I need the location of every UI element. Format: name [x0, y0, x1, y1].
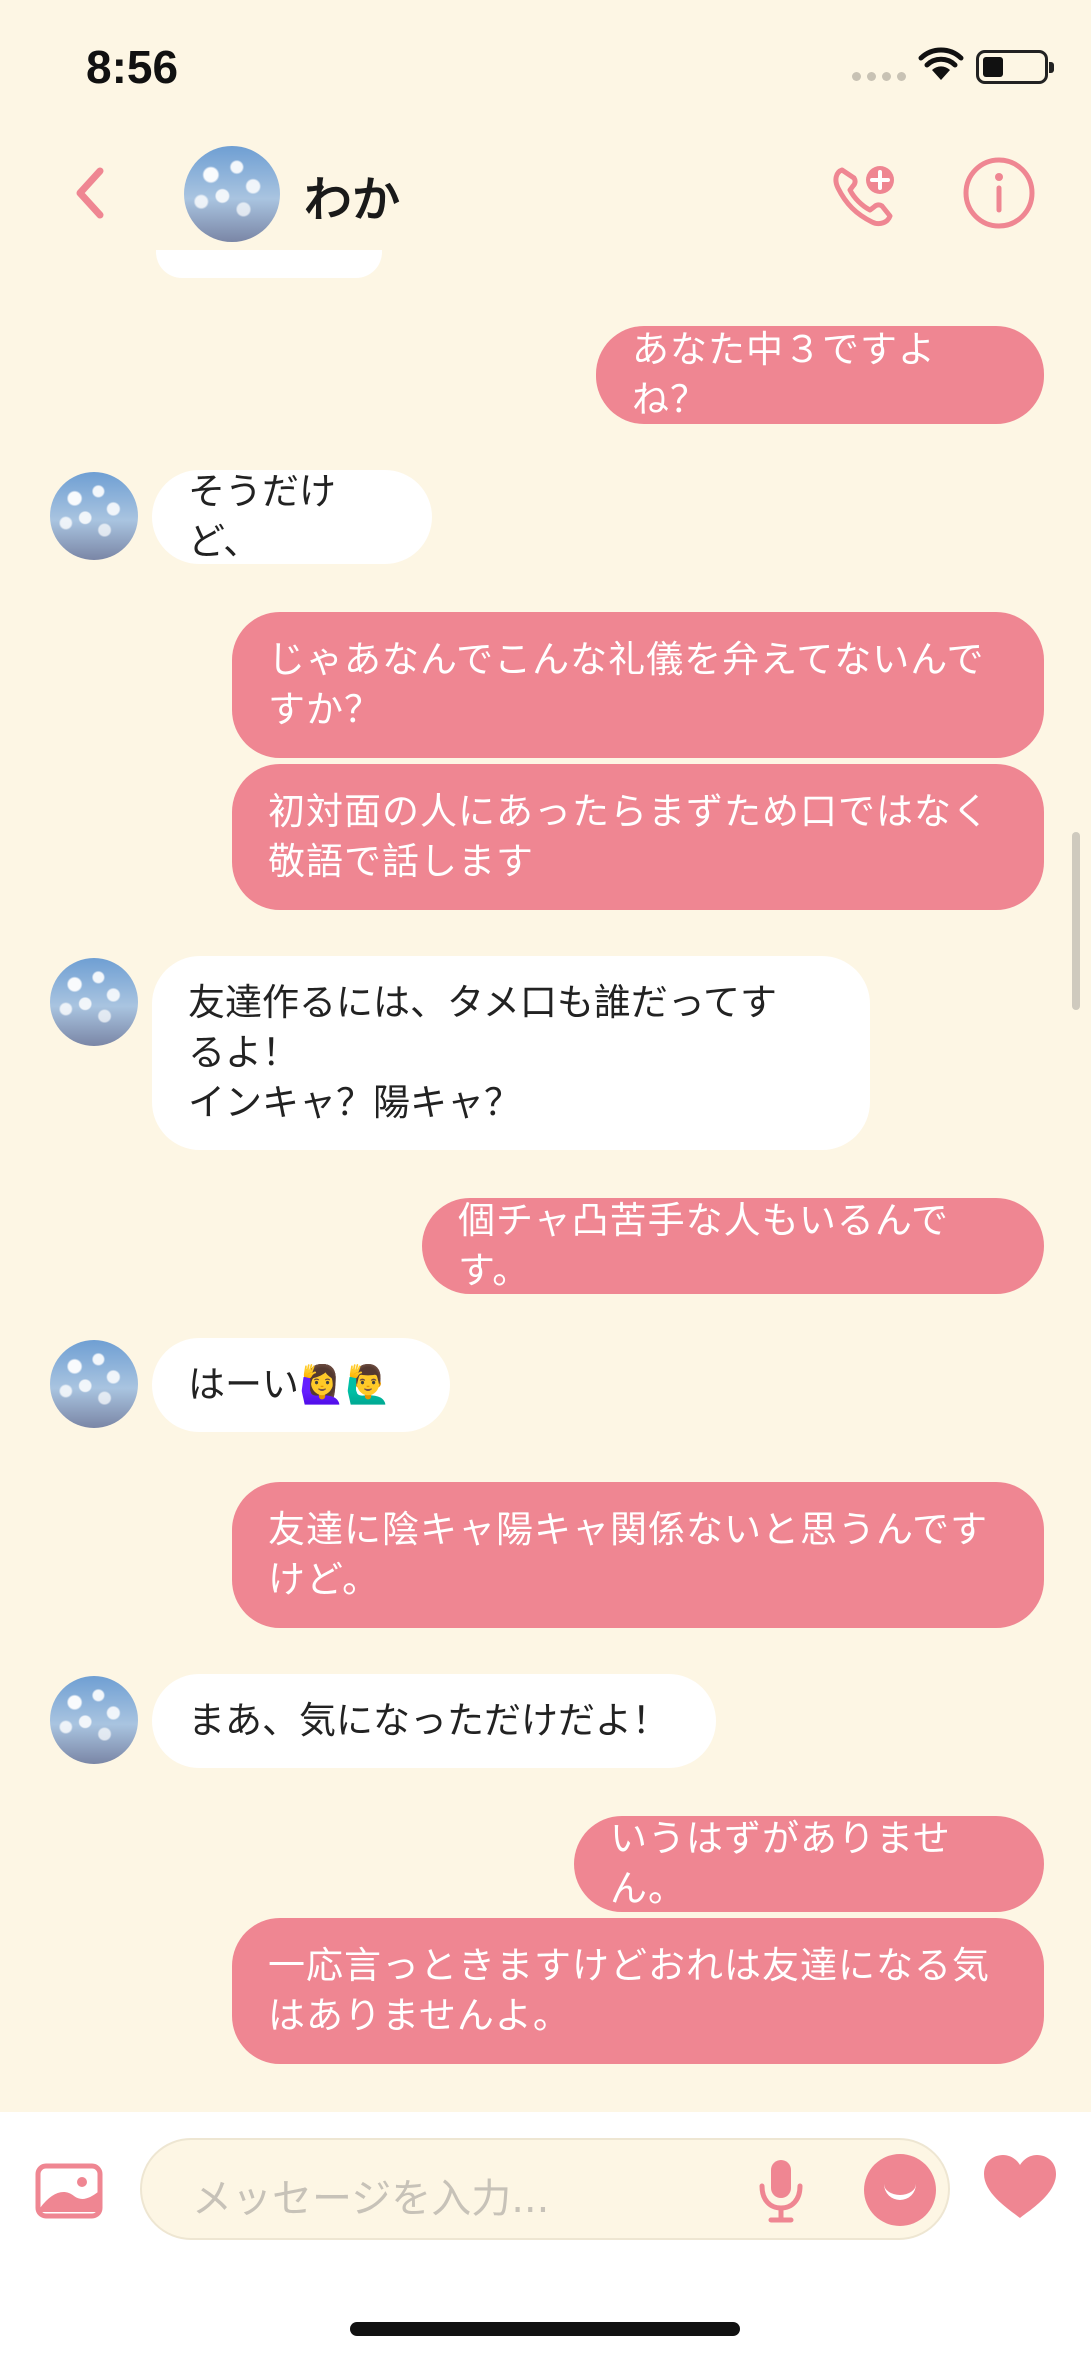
wifi-icon	[918, 47, 964, 80]
message-input-placeholder: メッセージを入力...	[192, 2176, 550, 2222]
message-bubble: 初対面の人にあったらまずため口ではなく 敬語で話します	[232, 764, 1044, 910]
message-bubble: 一応言っときますけどおれは友達になる気 はありませんよ。	[232, 1918, 1044, 2064]
message-line: 友達作るには、タメ口も誰だってす	[188, 981, 778, 1024]
chat-header: わか	[0, 130, 1091, 260]
image-icon[interactable]	[34, 2162, 104, 2220]
message-line: すか？	[268, 688, 382, 731]
sender-avatar[interactable]	[50, 958, 138, 1046]
message-bubble: はーい🙋‍♀️🙋‍♂️	[152, 1338, 450, 1432]
microphone-icon[interactable]	[756, 2156, 806, 2226]
info-icon[interactable]	[962, 156, 1036, 230]
sender-avatar[interactable]	[50, 1340, 138, 1428]
heart-icon[interactable]	[980, 2152, 1060, 2222]
contact-name[interactable]: わか	[304, 160, 400, 230]
home-indicator	[350, 2322, 740, 2336]
message-bubble: あなた中３ですよね？	[596, 326, 1044, 424]
message-line: じゃあなんでこんな礼儀を弁えてないんで	[268, 638, 985, 681]
message-line: 友達に陰キャ陽キャ関係ないと思うんです	[268, 1508, 989, 1551]
message-bubble: じゃあなんでこんな礼儀を弁えてないんで すか？	[232, 612, 1044, 758]
message-bubble: いうはずがありません。	[574, 1816, 1044, 1912]
phone-add-icon[interactable]	[828, 160, 900, 230]
smile-icon[interactable]	[864, 2154, 936, 2226]
message-line: 初対面の人にあったらまずため口ではなく	[268, 790, 990, 833]
sender-avatar[interactable]	[50, 1676, 138, 1764]
previous-message-bubble	[156, 250, 382, 278]
message-bubble: 友達作るには、タメ口も誰だってす るよ！ インキャ？陽キャ？	[152, 956, 870, 1150]
cellular-signal-icon	[852, 72, 906, 81]
message-line: はーい🙋‍♀️🙋‍♂️	[188, 1363, 392, 1406]
message-line: 一応言っときますけどおれは友達になる気	[268, 1944, 990, 1987]
message-line: 敬語で話します	[268, 840, 534, 883]
message-bubble: 個チャ凸苦手な人もいるんです。	[422, 1198, 1044, 1294]
message-bubble: まあ、気になっただけだよ！	[152, 1674, 716, 1768]
message-line: まあ、気になっただけだよ！	[188, 1699, 669, 1742]
message-input[interactable]: メッセージを入力...	[140, 2138, 950, 2240]
contact-avatar[interactable]	[184, 146, 280, 242]
status-time: 8:56	[86, 41, 179, 93]
message-line: いうはずがありません。	[610, 1817, 951, 1910]
scrollbar[interactable]	[1072, 832, 1080, 1010]
message-line: あなた中３ですよね？	[632, 328, 936, 421]
message-line: けど。	[268, 1558, 381, 1601]
message-list[interactable]: あなた中３ですよね？ そうだけど、 じゃあなんでこんな礼儀を弁えてないんで すか…	[0, 250, 1091, 2110]
message-line: はありませんよ。	[268, 1994, 571, 2037]
message-bubble: 友達に陰キャ陽キャ関係ないと思うんです けど。	[232, 1482, 1044, 1628]
message-line: インキャ？陽キャ？	[188, 1081, 521, 1124]
message-bubble: そうだけど、	[152, 470, 432, 564]
message-line: そうだけど、	[188, 470, 336, 563]
message-line: 個チャ凸苦手な人もいるんです。	[458, 1199, 950, 1292]
message-line: るよ！	[188, 1031, 299, 1074]
sender-avatar[interactable]	[50, 472, 138, 560]
status-bar: 8:56	[0, 0, 1091, 130]
chevron-left-icon[interactable]	[70, 165, 110, 221]
battery-icon	[976, 50, 1054, 84]
